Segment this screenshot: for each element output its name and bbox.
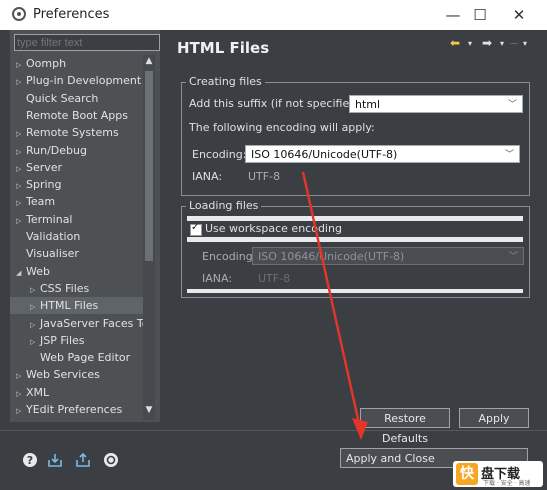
- tree-item-label: Remote Boot Apps: [26, 108, 128, 122]
- apply-button[interactable]: Apply: [459, 408, 529, 428]
- tree-item-label: HTML Files: [40, 299, 99, 313]
- scroll-up-icon[interactable]: ▲: [143, 56, 155, 70]
- expand-chevron-icon[interactable]: ▷: [16, 403, 26, 420]
- creating-encoding-label: Encoding:: [192, 148, 247, 161]
- tree-item[interactable]: Web Page Editor: [10, 349, 144, 366]
- tree-item-label: Quick Search: [26, 91, 99, 105]
- tree-item[interactable]: ▷ HTML Files: [10, 297, 144, 315]
- tree-item[interactable]: ▷ CSS Files: [10, 280, 144, 297]
- tree-item[interactable]: ▷JavaServer Faces Tools: [10, 315, 144, 332]
- creating-files-legend: Creating files: [186, 75, 265, 88]
- tree-item[interactable]: Visualiser: [10, 245, 144, 262]
- tree-item[interactable]: ▷ Run/Debug: [10, 142, 144, 159]
- creating-iana-value: UTF-8: [248, 170, 281, 183]
- tree-item-label: Oomph: [26, 57, 67, 70]
- workspace-encoding-checkbox[interactable]: [190, 222, 202, 236]
- export-icon[interactable]: [75, 452, 91, 468]
- chevron-down-icon: ﹀: [504, 150, 514, 160]
- window-titlebar: Preferences — ☐ ✕: [0, 0, 547, 30]
- tree-item-label: Visualiser: [26, 247, 79, 261]
- creating-encoding-select[interactable]: ISO 10646/Unicode(UTF-8) ﹀: [245, 145, 520, 163]
- tree-item-label: Server: [26, 160, 63, 174]
- help-icon[interactable]: ?: [22, 452, 38, 468]
- tree-item-label: Remote Systems: [26, 126, 119, 140]
- tree-item[interactable]: ▷ Team: [10, 193, 144, 210]
- restore-defaults-button[interactable]: Restore Defaults: [360, 408, 450, 445]
- loading-files-legend: Loading files: [186, 199, 262, 212]
- tree-item-label: Web Services: [26, 368, 100, 382]
- bottom-separator: [0, 430, 547, 431]
- tree-scrollbar[interactable]: ▲ ▼: [143, 55, 155, 420]
- forward-menu-icon[interactable]: ▾: [500, 39, 504, 48]
- tree-item-label: JSP Files: [40, 333, 85, 347]
- back-arrow-icon[interactable]: ⬅: [450, 36, 460, 50]
- encoding-note: The following encoding will apply:: [189, 121, 375, 134]
- tree-item-label: Spring: [26, 178, 62, 192]
- scroll-down-icon[interactable]: ▼: [143, 405, 155, 419]
- back-menu-icon[interactable]: ▾: [468, 39, 472, 48]
- tree-item[interactable]: ▷ JSP Files: [10, 332, 144, 349]
- loading-encoding-value: ISO 10646/Unicode(UTF-8): [258, 250, 405, 263]
- tree-item[interactable]: ▷ Remote Systems: [10, 124, 144, 141]
- tree-item[interactable]: ▷ Web Services: [10, 366, 144, 383]
- tree-item[interactable]: Quick Search: [10, 90, 144, 107]
- tree-item[interactable]: Validation: [10, 228, 144, 245]
- loading-iana-value: UTF-8: [258, 272, 291, 285]
- oomph-icon[interactable]: [103, 452, 119, 468]
- tree-item-label: Web: [26, 264, 50, 278]
- tree-item-label: XML: [26, 385, 50, 399]
- forward-arrow-icon[interactable]: ➡: [482, 36, 492, 50]
- tree-item[interactable]: ▷ Oomph: [10, 55, 144, 72]
- loading-encoding-select: ISO 10646/Unicode(UTF-8) ﹀: [252, 247, 524, 265]
- tree-item[interactable]: ▷ Terminal: [10, 211, 144, 228]
- tree-item[interactable]: ▷ Server: [10, 159, 144, 176]
- loading-iana-label: IANA:: [202, 272, 233, 285]
- window-title: Preferences: [33, 7, 110, 22]
- tree-item[interactable]: ▷ Spring: [10, 176, 144, 193]
- minimize-button[interactable]: —: [441, 5, 465, 25]
- maximize-button[interactable]: ☐: [468, 5, 492, 25]
- page-title: HTML Files: [177, 39, 270, 57]
- import-icon[interactable]: [47, 452, 63, 468]
- tree-item-label: Validation: [26, 230, 81, 243]
- close-button[interactable]: ✕: [507, 5, 531, 25]
- tree-item-label: YEdit Preferences: [26, 403, 123, 416]
- tree-item-label: Team: [26, 195, 56, 209]
- filter-input[interactable]: [14, 34, 160, 51]
- separator-dash-icon: —: [510, 39, 518, 48]
- tree-item[interactable]: ▷ YEdit Preferences: [10, 401, 144, 418]
- tree-item-label: Web Page Editor: [40, 351, 131, 365]
- eclipse-icon: [12, 7, 26, 21]
- tree-item[interactable]: Remote Boot Apps: [10, 107, 144, 124]
- tree-item-label: Terminal: [26, 212, 73, 226]
- preference-tree: ▷ Oomph ▷ Plug-in Development Quick Search Re…: [10, 55, 144, 423]
- loading-strip-bottom: [187, 289, 523, 293]
- view-menu-icon[interactable]: ▾: [523, 39, 527, 48]
- loading-encoding-label: Encoding:: [202, 250, 257, 263]
- suffix-select[interactable]: html ﹀: [349, 95, 523, 113]
- tree-item[interactable]: ▷ Plug-in Development: [10, 72, 144, 89]
- tree-item-label: Run/Debug: [26, 143, 87, 157]
- suffix-label: Add this suffix (if not specified):: [189, 97, 365, 110]
- watermark-subtext: 下载 · 安全 · 高速: [483, 480, 531, 487]
- chevron-down-icon: ﹀: [508, 252, 518, 262]
- loading-strip-top: [187, 216, 523, 221]
- creating-encoding-value: ISO 10646/Unicode(UTF-8): [251, 148, 398, 161]
- page-navigation: ⬅ ▾ ➡ ▾ — ▾: [446, 36, 538, 54]
- tree-item-label: Plug-in Development: [26, 74, 142, 88]
- suffix-value: html: [355, 98, 381, 111]
- svg-text:?: ?: [27, 454, 33, 467]
- chevron-down-icon: ﹀: [507, 100, 517, 110]
- creating-iana-label: IANA:: [192, 170, 223, 183]
- site-watermark: 快 盘下载 下载 · 安全 · 高速: [453, 461, 543, 487]
- workspace-encoding-label[interactable]: Use workspace encoding: [205, 222, 342, 235]
- tree-item[interactable]: ▷ XML: [10, 384, 144, 401]
- watermark-logo: 快: [456, 463, 478, 485]
- tree-item-label: CSS Files: [40, 281, 90, 295]
- scroll-thumb[interactable]: [145, 71, 153, 261]
- tree-item-label: JavaServer Faces Tools: [40, 316, 144, 330]
- tree-item[interactable]: ◢ Web: [10, 263, 144, 280]
- loading-strip-mid: [187, 237, 523, 242]
